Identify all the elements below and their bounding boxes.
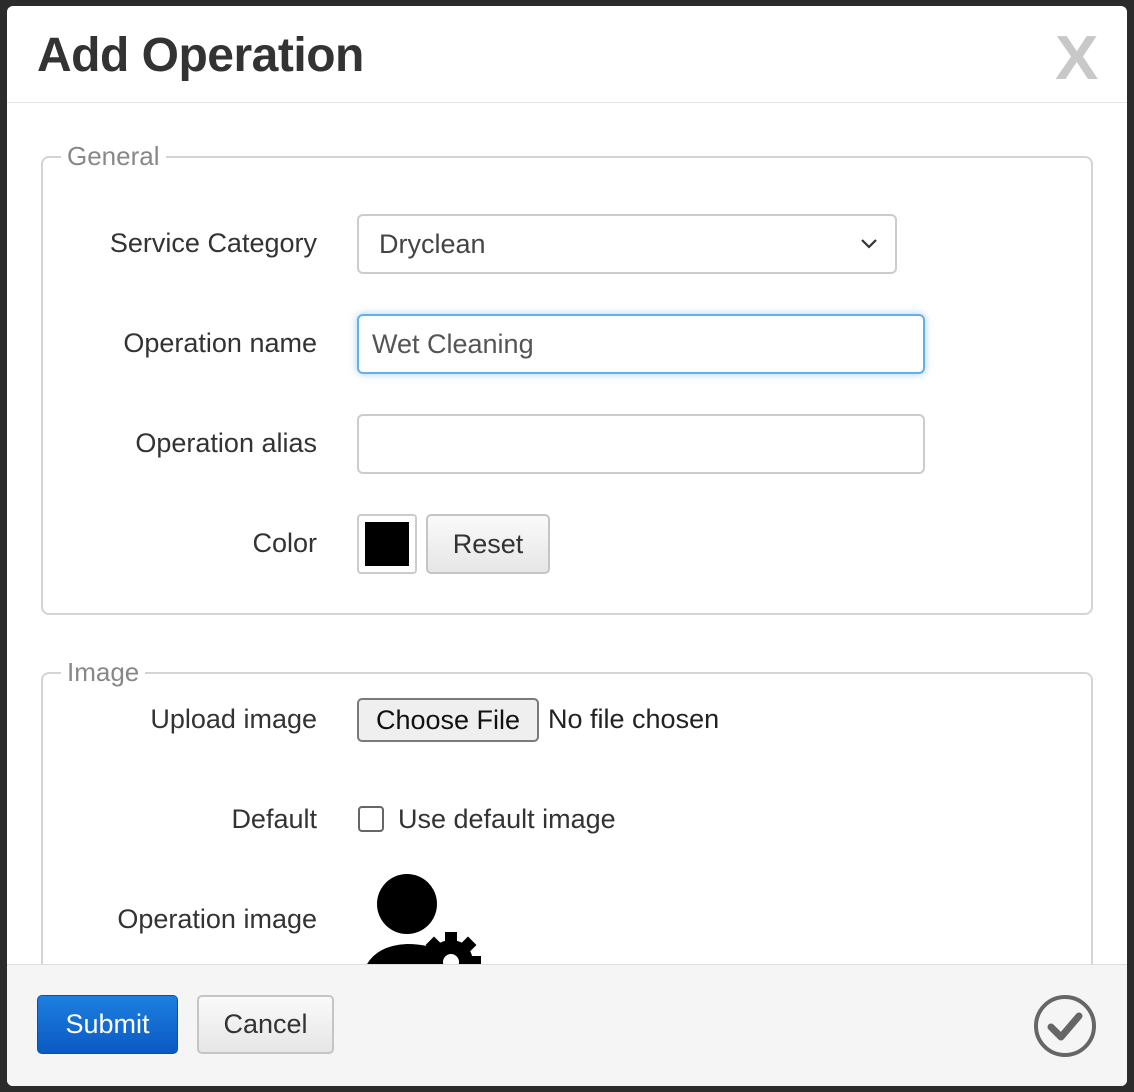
modal-body: General Service Category Dryclean Operat… (7, 104, 1127, 964)
modal-title: Add Operation (37, 29, 364, 82)
choose-file-button[interactable]: Choose File (357, 698, 539, 742)
close-icon[interactable]: X (1055, 28, 1098, 90)
person-gear-icon (367, 874, 481, 964)
general-fieldset: General Service Category Dryclean Operat… (41, 141, 1093, 615)
operation-alias-input[interactable] (357, 414, 925, 474)
file-status: No file chosen (548, 704, 720, 734)
image-fieldset: Image Upload image Choose File No file c… (41, 657, 1093, 964)
modal-footer: Submit Cancel (7, 964, 1127, 1086)
operation-alias-label: Operation alias (135, 428, 317, 458)
modal-header: Add Operation X (7, 6, 1127, 103)
default-label: Default (231, 804, 317, 834)
operation-name-input[interactable] (357, 314, 925, 374)
general-legend: General (61, 141, 166, 172)
reset-button[interactable]: Reset (426, 514, 550, 574)
add-operation-modal: Add Operation X General Service Category… (7, 6, 1127, 1086)
service-category-value: Dryclean (379, 229, 486, 259)
service-category-label: Service Category (109, 228, 317, 258)
service-category-select[interactable]: Dryclean (357, 214, 897, 274)
color-swatch-fill (365, 522, 409, 566)
color-swatch[interactable] (357, 514, 417, 574)
cancel-button[interactable]: Cancel (197, 995, 334, 1054)
operation-image-label: Operation image (117, 904, 317, 934)
operation-name-label: Operation name (123, 328, 317, 358)
submit-button[interactable]: Submit (37, 995, 178, 1054)
use-default-image-checkbox[interactable] (358, 806, 384, 832)
chevron-down-icon (861, 239, 877, 249)
upload-image-label: Upload image (150, 704, 317, 734)
image-legend: Image (61, 657, 146, 688)
color-label: Color (252, 528, 317, 558)
use-default-image-label: Use default image (398, 804, 616, 834)
check-circle-icon[interactable] (1033, 994, 1097, 1058)
